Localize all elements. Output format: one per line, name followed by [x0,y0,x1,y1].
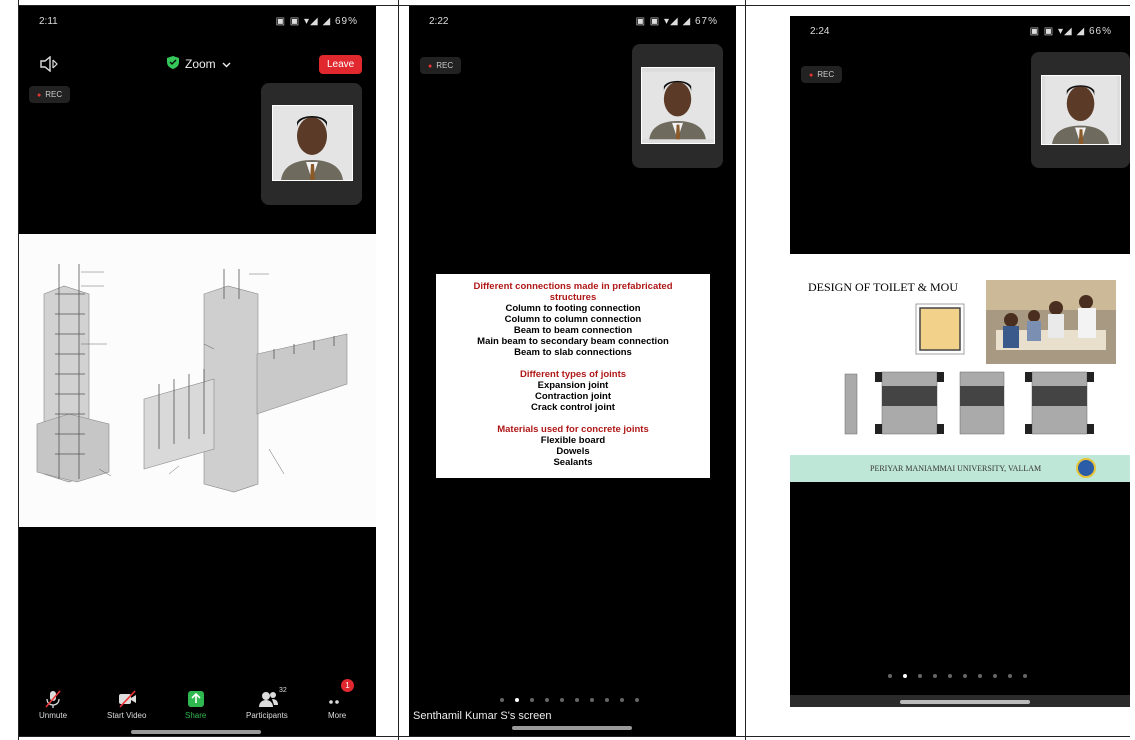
page-dot[interactable] [993,674,997,678]
list-item: Main beam to secondary beam connection [477,336,669,347]
screen-share-label: Senthamil Kumar S's screen [413,710,552,722]
page-dot[interactable] [933,674,937,678]
presenter-video-thumbnail[interactable] [1031,52,1130,168]
mic-muted-icon [44,690,62,708]
more-dots-icon [328,690,346,708]
participants-label: Participants [246,711,288,720]
chevron-down-icon [222,57,231,71]
participant-photo [272,105,353,181]
share-button[interactable]: Share [185,690,206,720]
shield-check-icon [167,56,179,72]
self-video-thumbnail[interactable] [261,83,362,205]
status-icons: ▣ ▣ ▾◢ ◢ 69% [275,16,358,27]
page-dot[interactable] [620,698,624,702]
list-item: Dowels [556,446,590,457]
status-icons: ▣ ▣ ▾◢ ◢ 67% [635,16,718,27]
phone-screen-1: 2:11 ▣ ▣ ▾◢ ◢ 69% Zoom Leave REC [19,6,376,736]
rec-indicator: REC [801,66,843,83]
video-off-icon [118,690,136,708]
slide-materials-list: Flexible board Dowels Sealants [436,435,710,468]
participants-icon [258,690,278,708]
frame-divider-mid [398,0,399,740]
bluetooth-speaker-icon[interactable] [39,55,59,73]
leave-button[interactable]: Leave [319,55,363,74]
status-time: 2:11 [39,16,58,27]
slide-joints-list: Expansion joint Contraction joint Crack … [436,380,710,413]
more-label: More [328,711,347,720]
status-bar: 2:24 ▣ ▣ ▾◢ ◢ 66% [790,16,1130,50]
page-dot[interactable] [948,674,952,678]
page-dot[interactable] [560,698,564,702]
list-item: Beam to beam connection [513,325,633,336]
page-dot[interactable] [1023,674,1027,678]
list-item: Sealants [553,457,593,468]
list-item: Column to footing connection [505,303,641,314]
page-dot[interactable] [635,698,639,702]
gesture-bar[interactable] [512,726,632,730]
gesture-bar[interactable] [900,700,1030,704]
share-arrow-icon [187,690,205,708]
unmute-label: Unmute [39,711,68,720]
shared-slide-design: DESIGN OF TOILET & MOU PERIYAR MANIAMMAI… [790,254,1130,482]
share-label: Share [185,711,207,720]
list-item: Contraction joint [535,391,611,402]
university-logo-icon [1076,458,1096,478]
list-item: Column to column connection [504,314,642,325]
meeting-title-dropdown[interactable]: Zoom [167,56,231,72]
list-item: Beam to slab connections [514,347,632,358]
participant-photo [641,67,715,144]
status-time: 2:22 [429,16,449,27]
frame-divider-right [745,0,746,740]
slide-heading-materials: Materials used for concrete joints [497,424,649,435]
phone-screen-2: 2:22 ▣ ▣ ▾◢ ◢ 67% REC Different connecti… [409,6,736,736]
status-icons: ▣ ▣ ▾◢ ◢ 66% [1029,26,1112,37]
page-indicator[interactable] [888,674,1027,678]
page-dot[interactable] [530,698,534,702]
page-dot[interactable] [500,698,504,702]
participants-count-badge: 32 [279,687,287,694]
page-dot[interactable] [605,698,609,702]
start-video-label: Start Video [107,711,147,720]
page-dot[interactable] [575,698,579,702]
gesture-bar[interactable] [131,730,261,734]
page-dot[interactable] [918,674,922,678]
list-item: Expansion joint [537,380,609,391]
app-title: Zoom [185,57,216,71]
more-button[interactable]: More [328,690,346,720]
list-item: Crack control joint [531,402,615,413]
slide-footer-text: PERIYAR MANIAMMAI UNIVERSITY, VALLAM [870,464,1042,473]
slide-heading-joints: Different types of joints [519,369,627,380]
rec-indicator: REC [29,86,71,103]
presenter-video-thumbnail[interactable] [632,44,723,168]
participants-button[interactable]: Participants [246,690,288,720]
page-dot[interactable] [888,674,892,678]
status-bar: 2:11 ▣ ▣ ▾◢ ◢ 69% [19,6,376,40]
slide-heading-connections: Different connections made in prefabrica… [473,281,673,303]
page-dot[interactable] [1008,674,1012,678]
more-notification-badge: 1 [341,679,354,692]
page-indicator[interactable] [500,698,639,702]
page-dot[interactable] [590,698,594,702]
list-item: Flexible board [540,435,606,446]
slide-footer: PERIYAR MANIAMMAI UNIVERSITY, VALLAM [790,455,1130,482]
page-dot[interactable] [963,674,967,678]
page-dot-active[interactable] [903,674,907,678]
page-dot[interactable] [978,674,982,678]
status-bar: 2:22 ▣ ▣ ▾◢ ◢ 67% [409,6,736,40]
status-time: 2:24 [810,26,830,37]
shared-slide-text: Different connections made in prefabrica… [436,274,710,478]
slide-connections-list: Column to footing connection Column to c… [436,303,710,358]
rec-indicator: REC [420,57,462,74]
participant-photo [1041,75,1121,145]
page-dot-active[interactable] [515,698,519,702]
floor-plan-drawings [844,303,1094,435]
unmute-button[interactable]: Unmute [39,690,67,720]
shared-slide-drawing [19,234,376,527]
frame-bottom-line [18,736,1130,737]
phone-screen-3: 2:24 ▣ ▣ ▾◢ ◢ 66% REC DESIGN OF TOILET &… [790,16,1130,706]
page-dot[interactable] [545,698,549,702]
start-video-button[interactable]: Start Video [107,690,146,720]
